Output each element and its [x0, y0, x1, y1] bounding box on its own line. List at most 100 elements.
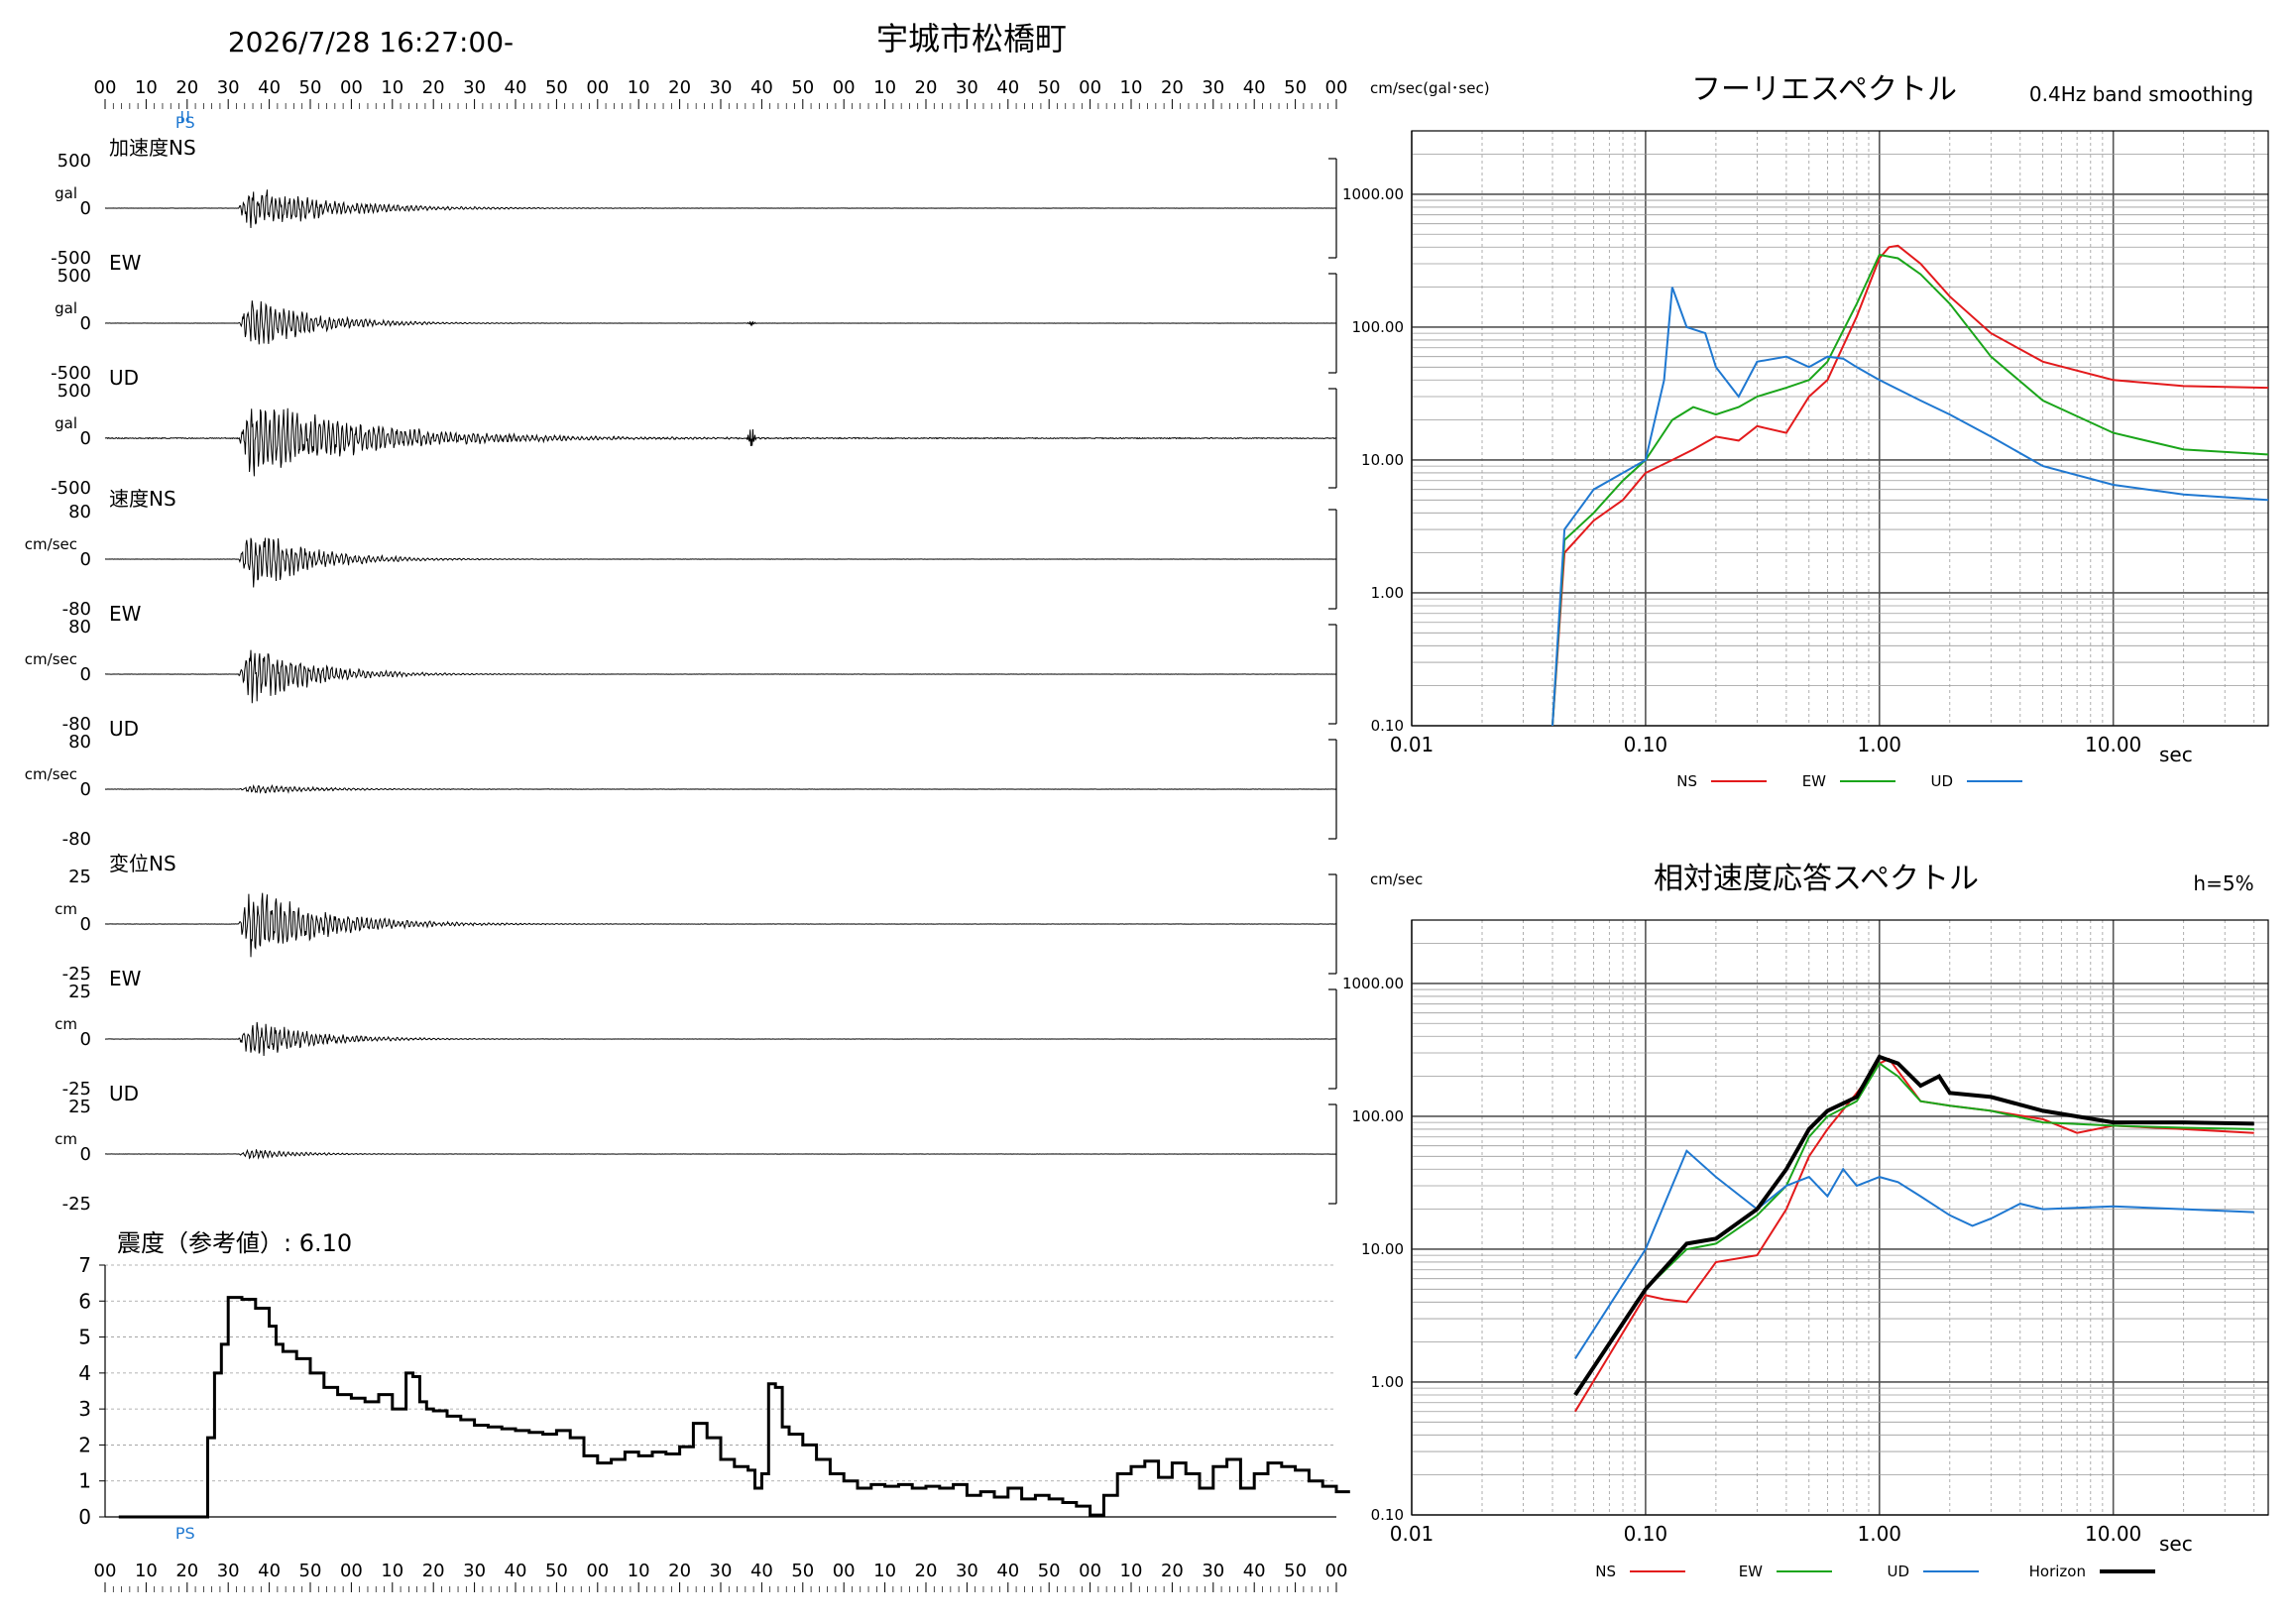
panel-max-label: 25: [68, 982, 91, 1002]
top-time-axis-tick-label: 10: [381, 77, 403, 98]
panel-unit: gal: [55, 414, 77, 432]
y-tick-label: 1000.00: [1342, 975, 1404, 992]
top-time-axis-tick-label: 20: [175, 77, 198, 98]
fourier-subtitle: 0.4Hz band smoothing: [2029, 82, 2253, 106]
y-tick-label: 1000.00: [1342, 185, 1404, 203]
top-time-axis-tick-label: 20: [915, 77, 938, 98]
top-time-axis-tick-label: 00: [1079, 77, 1101, 98]
station-label: 宇城市松橋町: [876, 20, 1067, 58]
waveform-trace: [104, 537, 1336, 588]
top-time-axis-tick-label: 40: [258, 77, 281, 98]
bottom-time-axis-tick-label: 50: [791, 1561, 814, 1581]
panel-min-label: -25: [62, 1194, 91, 1215]
y-tick-label: 1.00: [1371, 1373, 1404, 1391]
intensity-y-tick-label: 6: [78, 1289, 91, 1313]
bottom-time-axis-tick-label: 20: [1161, 1561, 1184, 1581]
bottom-time-axis-tick-label: 30: [956, 1561, 978, 1581]
top-time-axis-tick-label: 10: [1120, 77, 1143, 98]
waveform-trace: [104, 784, 1337, 794]
waveform-panel: 250-25cm変位NS: [55, 852, 1337, 985]
top-time-axis-tick-label: 30: [956, 77, 978, 98]
top-time-axis-tick-label: 50: [791, 77, 814, 98]
panel-zero-label: 0: [80, 1029, 91, 1050]
bottom-time-axis-tick-label: 30: [710, 1561, 733, 1581]
panel-unit: cm: [55, 900, 77, 918]
panel-min-label: -500: [51, 478, 91, 499]
panel-channel-label: EW: [109, 251, 142, 275]
panel-channel-label: UD: [109, 366, 139, 390]
y-tick-label: 10.00: [1361, 1240, 1404, 1258]
intensity-y-tick-label: 0: [78, 1505, 91, 1529]
y-tick-label: 0.10: [1371, 1506, 1404, 1524]
panel-channel-label: 速度NS: [109, 487, 176, 511]
bottom-time-axis-tick-label: 00: [94, 1561, 117, 1581]
x-tick-label: 0.10: [1624, 733, 1668, 756]
x-tick-label: 0.01: [1390, 1522, 1435, 1546]
bottom-time-axis-tick-label: 00: [833, 1561, 856, 1581]
legend-label: EW: [1802, 772, 1826, 790]
panel-channel-label: UD: [109, 717, 139, 741]
waveform-trace: [104, 407, 1337, 477]
x-tick-label: 0.01: [1390, 733, 1435, 756]
panel-unit: cm/sec: [25, 765, 77, 783]
panel-unit: gal: [55, 299, 77, 317]
bottom-time-axis-tick-label: 10: [381, 1561, 403, 1581]
ps-marker: PS: [175, 113, 195, 132]
panel-zero-label: 0: [80, 313, 91, 334]
top-time-axis-tick-label: 20: [668, 77, 691, 98]
panel-zero-label: 0: [80, 428, 91, 449]
top-time-axis-tick-label: 30: [710, 77, 733, 98]
panel-zero-label: 0: [80, 664, 91, 685]
bottom-time-axis-tick-label: 50: [1038, 1561, 1061, 1581]
x-tick-label: 1.00: [1858, 733, 1902, 756]
response-ylabel: cm/sec: [1370, 870, 1423, 888]
waveform-panel: 5000-500galEW: [51, 251, 1337, 384]
waveform-panels: 5000-500gal加速度NS5000-500galEW5000-500gal…: [25, 136, 1337, 1215]
legend-label: NS: [1676, 772, 1697, 790]
bottom-time-axis-tick-label: 20: [422, 1561, 445, 1581]
waveform-trace: [104, 1148, 1337, 1160]
ps-marker-bottom: PS: [175, 1524, 195, 1543]
panel-zero-label: 0: [80, 779, 91, 800]
panel-channel-label: EW: [109, 602, 142, 626]
bottom-time-axis-tick-label: 30: [217, 1561, 240, 1581]
panel-min-label: -80: [62, 829, 91, 850]
waveform-panel: 250-25cmEW: [55, 967, 1337, 1100]
top-time-axis-tick-label: 10: [873, 77, 896, 98]
bottom-time-axis-tick-label: 40: [505, 1561, 527, 1581]
top-time-axis-tick-label: 10: [628, 77, 650, 98]
bottom-time-axis-tick-label: 10: [1120, 1561, 1143, 1581]
intensity-y-tick-label: 7: [78, 1253, 91, 1277]
waveform-panel: 25 0 -25 cm UD: [55, 1082, 1337, 1215]
top-time-axis-tick-label: 30: [463, 77, 486, 98]
panel-channel-label: 変位NS: [109, 852, 176, 875]
bottom-time-axis-tick-label: 10: [628, 1561, 650, 1581]
waveform-trace: [104, 189, 1337, 229]
fourier-ylabel: cm/sec(gal･sec): [1370, 79, 1490, 97]
legend-label: EW: [1739, 1563, 1763, 1580]
fourier-title: フーリエスペクトル: [1691, 72, 1957, 107]
waveform-panel: 800-80cm/sec速度NS: [25, 487, 1337, 620]
intensity-series-line: [118, 1296, 1350, 1519]
bottom-time-axis-tick-label: 30: [463, 1561, 486, 1581]
bottom-time-axis-tick-label: 50: [1284, 1561, 1307, 1581]
intensity-panel: 震度（参考値）: 6.10 7 6 5 4 3 2 1 0: [78, 1229, 1350, 1529]
top-time-axis-tick-label: 40: [1243, 77, 1266, 98]
legend-label: NS: [1595, 1563, 1616, 1580]
top-time-axis-tick-label: 40: [750, 77, 773, 98]
intensity-y-tick-label: 2: [78, 1433, 91, 1456]
response-subtitle: h=5%: [2193, 871, 2253, 895]
panel-unit: gal: [55, 184, 77, 202]
panel-channel-label: UD: [109, 1082, 139, 1105]
y-tick-label: 10.00: [1361, 451, 1404, 469]
series-line-horizon: [1573, 1054, 2254, 1397]
legend-label: UD: [1887, 1563, 1909, 1580]
panel-unit: cm/sec: [25, 650, 77, 668]
y-tick-label: 100.00: [1352, 318, 1405, 336]
seismogram-page: 2026/7/28 16:27:00- 宇城市松橋町 00 10 20 30 40 50 0…: [25, 20, 2269, 1592]
top-time-axis-tick-label: 30: [1202, 77, 1224, 98]
panel-max-label: 25: [68, 867, 91, 887]
waveform-panel: 500 0 -500 gal UD: [51, 366, 1337, 499]
top-time-axis-tick-label: 50: [545, 77, 568, 98]
top-time-axis-tick-label: 40: [505, 77, 527, 98]
